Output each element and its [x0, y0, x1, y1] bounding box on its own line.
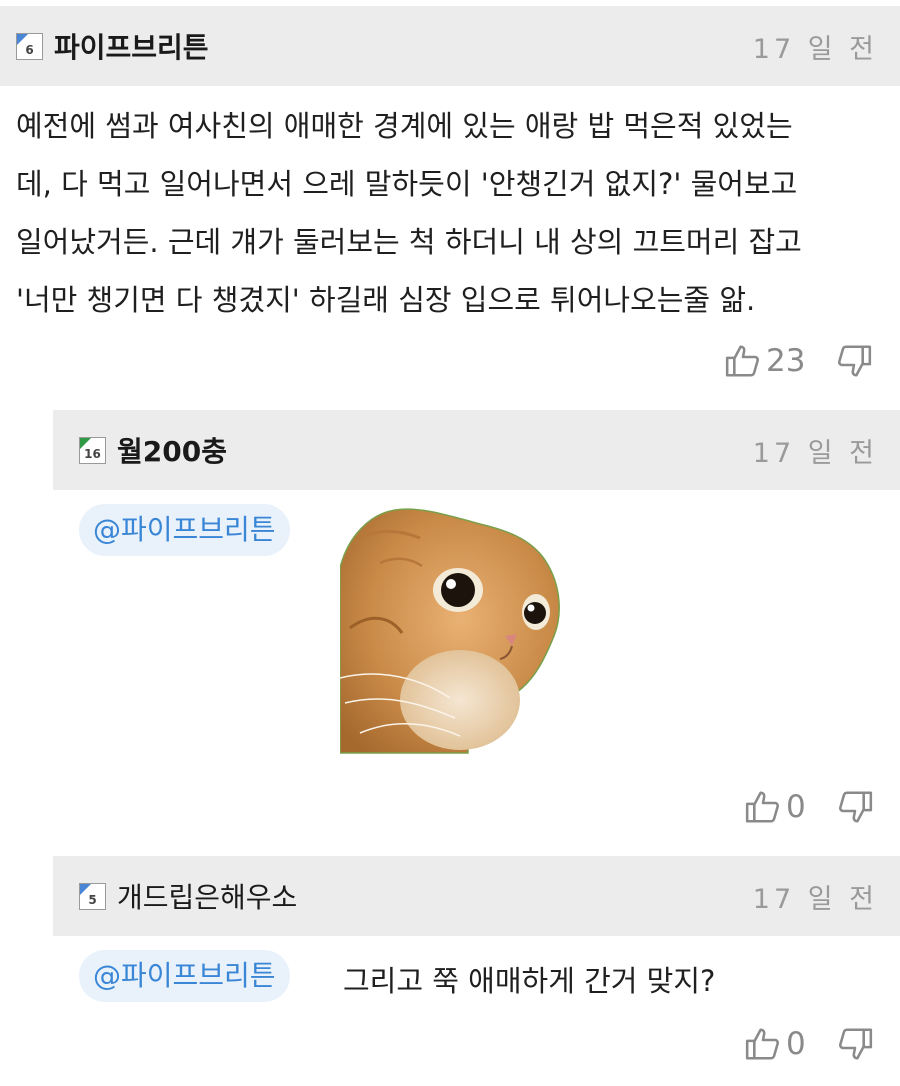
- comment-time: 17 일 전: [752, 883, 878, 915]
- comment-time: 17 일 전: [752, 437, 878, 469]
- mention-tag[interactable]: @파이프브리튼: [79, 950, 290, 1002]
- thumbs-up-icon[interactable]: [724, 342, 762, 380]
- comment-line: 데, 다 먹고 일어나면서 으레 말하듯이 '안챙긴거 없지?' 물어보고: [16, 167, 798, 201]
- comment-line: '너만 챙기면 다 챙겼지' 하길래 심장 입으로 튀어나오는줄 앎.: [16, 283, 756, 317]
- thumbs-down-icon[interactable]: [835, 342, 873, 380]
- vote-row: 0: [744, 788, 874, 826]
- reply-body: 그리고 쭉 애매하게 간거 맞지?: [343, 964, 716, 998]
- thumbs-down-icon[interactable]: [836, 788, 874, 826]
- thumbs-up-icon[interactable]: [744, 788, 782, 826]
- comment-body: 예전에 썸과 여사친의 애매한 경계에 있는 애랑 밥 먹은적 있었는 데, 다…: [16, 97, 896, 329]
- reply-header: 16 월200충 17 일 전: [53, 410, 900, 490]
- surprised-cat-sticker: [339, 508, 565, 760]
- thumbs-up-icon[interactable]: [744, 1025, 782, 1063]
- author-nickname[interactable]: 파이프브리튼: [54, 26, 209, 66]
- level-badge: 6: [16, 32, 43, 60]
- vote-row: 23: [724, 342, 873, 380]
- level-badge: 5: [79, 882, 106, 910]
- like-count: 0: [786, 1026, 806, 1062]
- level-badge: 16: [79, 436, 106, 464]
- mention-tag[interactable]: @파이프브리튼: [79, 504, 290, 556]
- comment-line: 예전에 썸과 여사친의 애매한 경계에 있는 애랑 밥 먹은적 있었는: [16, 109, 793, 143]
- thumbs-down-icon[interactable]: [836, 1025, 874, 1063]
- comment-header: 6 파이프브리튼 17 일 전: [0, 6, 900, 86]
- vote-row: 0: [744, 1025, 874, 1063]
- comment-line: 일어났거든. 근데 걔가 둘러보는 척 하더니 내 상의 끄트머리 잡고: [16, 225, 802, 259]
- author-nickname[interactable]: 월200충: [117, 430, 227, 470]
- comment-time: 17 일 전: [752, 33, 878, 65]
- like-count: 0: [786, 789, 806, 825]
- reply-header: 5 개드립은해우소 17 일 전: [53, 856, 900, 936]
- like-count: 23: [766, 343, 806, 379]
- author-nickname[interactable]: 개드립은해우소: [117, 876, 297, 916]
